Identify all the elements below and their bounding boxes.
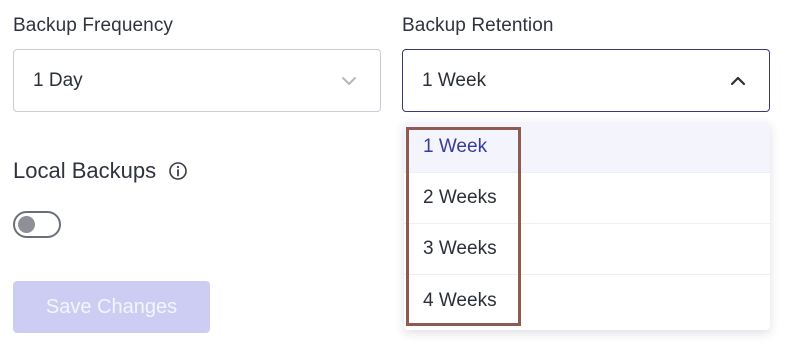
chevron-up-icon xyxy=(729,72,747,90)
info-icon[interactable] xyxy=(168,161,188,181)
backup-retention-label: Backup Retention xyxy=(402,15,554,36)
local-backups-toggle[interactable] xyxy=(13,211,61,238)
dropdown-option-4-weeks[interactable]: 4 Weeks xyxy=(404,275,770,326)
local-backups-title: Local Backups xyxy=(13,158,157,183)
dropdown-option-3-weeks[interactable]: 3 Weeks xyxy=(404,224,770,275)
toggle-knob xyxy=(18,216,35,233)
dropdown-option-1-week[interactable]: 1 Week xyxy=(404,122,770,173)
chevron-down-icon xyxy=(340,72,358,90)
local-backups-section: Local Backups xyxy=(13,158,188,184)
backup-retention-value: 1 Week xyxy=(422,69,487,91)
backup-retention-dropdown: 1 Week 2 Weeks 3 Weeks 4 Weeks xyxy=(404,122,770,330)
backup-frequency-label: Backup Frequency xyxy=(13,15,174,36)
dropdown-option-2-weeks[interactable]: 2 Weeks xyxy=(404,173,770,224)
backup-frequency-select[interactable]: 1 Day xyxy=(13,49,381,112)
backup-retention-select[interactable]: 1 Week xyxy=(402,49,770,112)
save-changes-button[interactable]: Save Changes xyxy=(13,281,210,333)
backup-frequency-value: 1 Day xyxy=(33,69,83,91)
